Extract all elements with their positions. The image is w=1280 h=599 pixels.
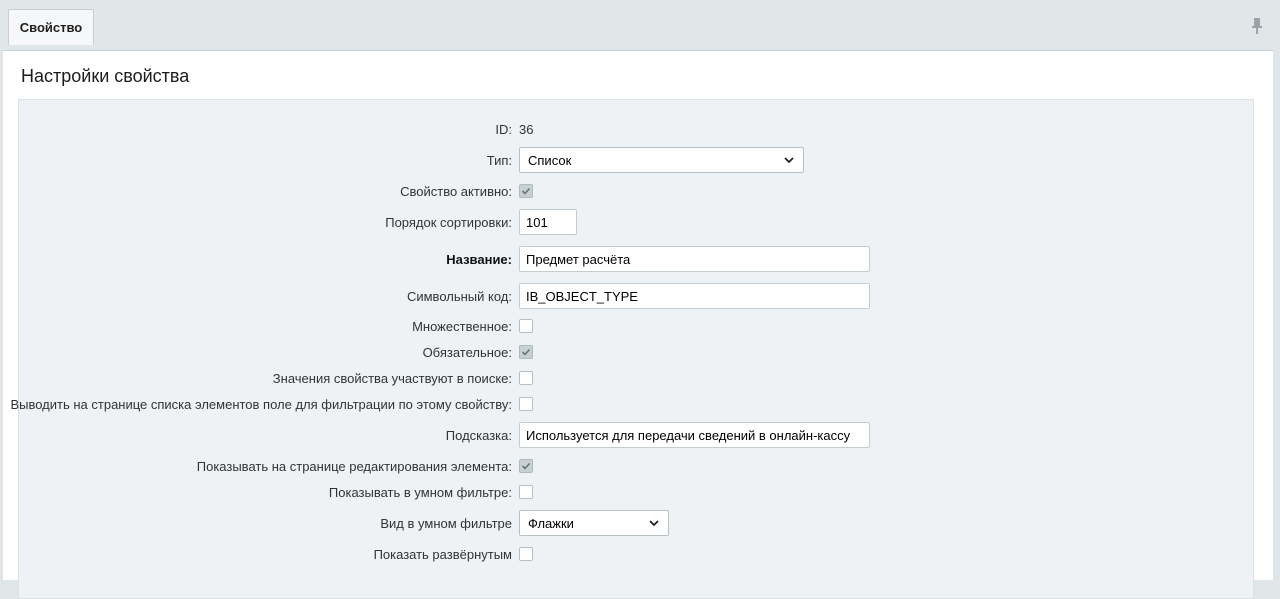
- smart-filter-label: Показывать в умном фильтре:: [328, 484, 512, 500]
- pin-icon[interactable]: [1250, 17, 1264, 35]
- smart-filter-view-value: Флажки: [528, 515, 574, 531]
- type-select[interactable]: Список: [519, 147, 804, 173]
- filtrable-label: Выводить на странице списка элементов по…: [10, 396, 512, 412]
- smart-filter-view-label: Вид в умном фильтре: [380, 515, 512, 531]
- check-icon: [521, 187, 531, 195]
- searchable-label: Значения свойства участвуют в поиске:: [272, 370, 512, 386]
- type-select-value: Список: [528, 152, 572, 168]
- sort-label: Порядок сортировки:: [385, 214, 512, 230]
- form-row-multiple: Множественное:: [19, 313, 1255, 339]
- multiple-label: Множественное:: [412, 318, 512, 334]
- form-row-smart-filter-view: Вид в умном фильтре Флажки: [19, 510, 1255, 536]
- searchable-checkbox[interactable]: [519, 371, 533, 385]
- smart-filter-checkbox[interactable]: [519, 485, 533, 499]
- id-label: ID:: [495, 121, 512, 137]
- tab-bar: Свойство: [0, 0, 1280, 50]
- settings-panel: Настройки свойства ID: 36 Тип: Список Св…: [3, 50, 1273, 599]
- smart-filter-view-select[interactable]: Флажки: [519, 510, 669, 536]
- name-label: Название:: [446, 251, 512, 267]
- show-on-edit-label: Показывать на странице редактирования эл…: [196, 458, 512, 474]
- page-title: Настройки свойства: [21, 66, 190, 86]
- chevron-down-icon: [784, 157, 794, 164]
- form-row-hint: Подсказка: Используется для передачи све…: [19, 422, 1255, 448]
- form-row-id: ID: 36: [19, 116, 1255, 142]
- tab-property[interactable]: Свойство: [8, 9, 94, 45]
- form-row-name: Название: Предмет расчёта: [19, 246, 1255, 272]
- id-value: 36: [519, 121, 534, 137]
- required-label: Обязательное:: [422, 344, 512, 360]
- chevron-down-icon: [649, 520, 659, 527]
- code-label: Символьный код:: [406, 288, 512, 304]
- check-icon: [521, 348, 531, 356]
- hint-label: Подсказка:: [445, 427, 512, 443]
- form-row-searchable: Значения свойства участвуют в поиске:: [19, 365, 1255, 391]
- active-checkbox[interactable]: [519, 184, 533, 198]
- form-row-filtrable: Выводить на странице списка элементов по…: [10, 391, 1255, 417]
- check-icon: [521, 462, 531, 470]
- form-row-smart-filter: Показывать в умном фильтре:: [19, 479, 1255, 505]
- hint-input[interactable]: Используется для передачи сведений в онл…: [519, 422, 870, 448]
- form-row-active: Свойство активно:: [19, 178, 1255, 204]
- type-label: Тип:: [486, 152, 512, 168]
- multiple-checkbox[interactable]: [519, 319, 533, 333]
- form-row-type: Тип: Список: [19, 147, 1255, 173]
- sort-input[interactable]: 101: [519, 209, 577, 235]
- active-label: Свойство активно:: [400, 183, 512, 199]
- form-row-required: Обязательное:: [19, 339, 1255, 365]
- required-checkbox[interactable]: [519, 345, 533, 359]
- form-row-show-on-edit: Показывать на странице редактирования эл…: [19, 453, 1255, 479]
- form-row-sort: Порядок сортировки: 101: [19, 209, 1255, 235]
- property-form: ID: 36 Тип: Список Свойство активно: Пор…: [10, 99, 1255, 599]
- form-row-code: Символьный код: IB_OBJECT_TYPE: [19, 283, 1255, 309]
- expanded-label: Показать развёрнутым: [373, 546, 512, 562]
- expanded-checkbox[interactable]: [519, 547, 533, 561]
- show-on-edit-checkbox[interactable]: [519, 459, 533, 473]
- code-input[interactable]: IB_OBJECT_TYPE: [519, 283, 870, 309]
- name-input[interactable]: Предмет расчёта: [519, 246, 870, 272]
- form-row-expanded: Показать развёрнутым: [19, 541, 1255, 567]
- filtrable-checkbox[interactable]: [519, 397, 533, 411]
